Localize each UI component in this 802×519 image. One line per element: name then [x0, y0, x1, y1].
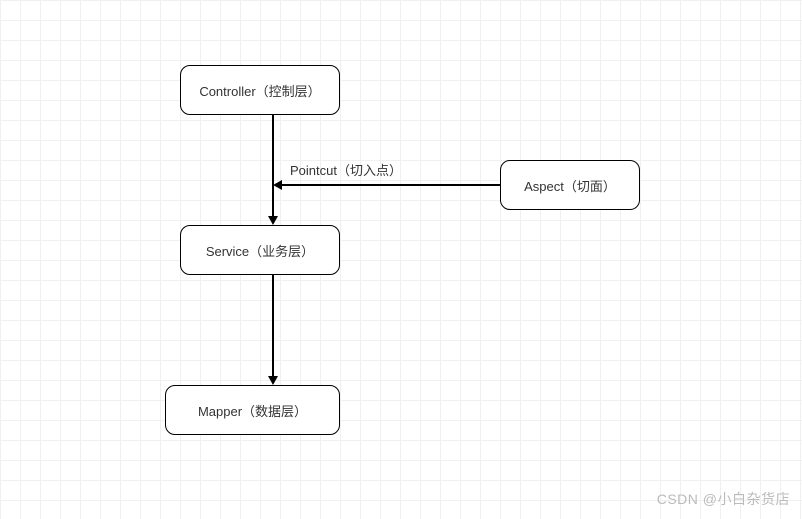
- node-service: Service（业务层）: [180, 225, 340, 275]
- edge-service-to-mapper: [272, 275, 274, 376]
- node-mapper: Mapper（数据层）: [165, 385, 340, 435]
- node-controller: Controller（控制层）: [180, 65, 340, 115]
- edge-controller-to-service: [272, 115, 274, 216]
- edge-label-pointcut: Pointcut（切入点）: [290, 160, 402, 179]
- node-aspect-label: Aspect（切面）: [524, 176, 616, 195]
- node-aspect: Aspect（切面）: [500, 160, 640, 210]
- node-service-label: Service（业务层）: [206, 241, 314, 260]
- arrow-head-down-icon: [268, 216, 278, 225]
- watermark: CSDN @小白杂货店: [657, 489, 790, 509]
- arrow-head-down-icon: [268, 376, 278, 385]
- arrow-head-left-icon: [273, 180, 282, 190]
- edge-aspect-to-pointcut: [282, 184, 500, 186]
- node-mapper-label: Mapper（数据层）: [198, 401, 307, 420]
- node-controller-label: Controller（控制层）: [199, 81, 320, 100]
